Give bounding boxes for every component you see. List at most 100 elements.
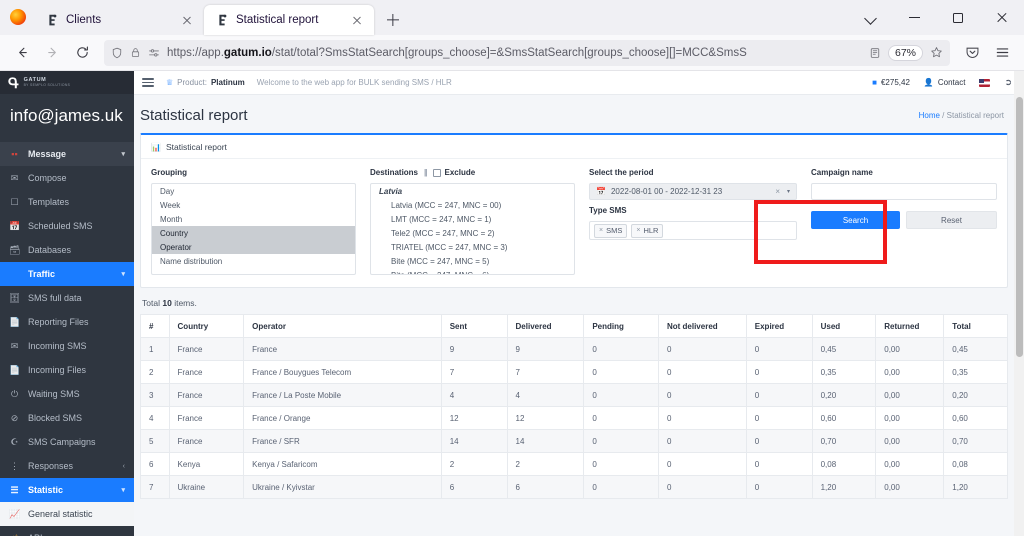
remove-tag-icon[interactable]: × <box>636 227 640 234</box>
sidebar-item-sms-campaigns[interactable]: ☪ SMS Campaigns <box>0 430 134 454</box>
page-scrollbar[interactable] <box>1014 71 1024 536</box>
cell-index: 1 <box>140 337 170 361</box>
sidebar-item-message[interactable]: ▪▪ Message ▾ <box>0 142 134 166</box>
table-row[interactable]: 4 France France / Orange 12 12 0 0 0 0,6… <box>140 406 1008 430</box>
campaign-icon: ☪ <box>10 436 19 447</box>
new-tab-button[interactable] <box>380 7 406 33</box>
destinations-listbox[interactable]: Latvia Latvia (MCC = 247, MNC = 00) LMT … <box>370 183 575 275</box>
table-row[interactable]: 3 France France / La Poste Mobile 4 4 0 … <box>140 383 1008 407</box>
col-index[interactable]: # <box>140 314 170 338</box>
destination-option[interactable]: LMT (MCC = 247, MNC = 1) <box>371 212 574 226</box>
destination-option[interactable]: Bite (MCC = 247, MNC = 6) <box>371 268 574 275</box>
table-row[interactable]: 5 France France / SFR 14 14 0 0 0 0,70 0… <box>140 429 1008 453</box>
close-icon[interactable] <box>349 12 365 28</box>
app-menu-button[interactable] <box>988 39 1016 67</box>
bookmark-star-icon[interactable] <box>930 46 943 59</box>
address-bar[interactable]: https://app.gatum.io/stat/total?SmsStatS… <box>104 39 950 66</box>
sidebar-item-waiting-sms[interactable]: ⏻ Waiting SMS <box>0 382 134 406</box>
reader-mode-icon[interactable] <box>869 47 881 59</box>
sidebar-item-incoming-sms[interactable]: ✉ Incoming SMS <box>0 334 134 358</box>
destinations-section: Destinations || Exclude Latvia Latvia (M… <box>370 168 575 275</box>
col-operator[interactable]: Operator <box>243 314 442 338</box>
brand-logo[interactable]: Գ GATUM BY SEMPLO SOLUTIONS <box>0 71 134 94</box>
sidebar-item-api[interactable]: </> API ‹ <box>0 526 134 536</box>
chevron-down-icon[interactable]: ▾ <box>787 188 790 195</box>
search-button[interactable]: Search <box>811 211 900 229</box>
list-all-tabs-button[interactable] <box>848 0 892 35</box>
destination-option[interactable]: Latvia (MCC = 247, MNC = 00) <box>371 198 574 212</box>
exclude-checkbox[interactable] <box>432 168 441 177</box>
scrollbar-thumb[interactable] <box>1016 97 1023 357</box>
col-used[interactable]: Used <box>811 314 877 338</box>
zoom-level-indicator[interactable]: 67% <box>887 44 923 61</box>
cell-delivered: 12 <box>506 406 585 430</box>
reload-button[interactable] <box>68 39 96 67</box>
destination-option[interactable]: Bite (MCC = 247, MNC = 5) <box>371 254 574 268</box>
destination-option[interactable]: TRIATEL (MCC = 247, MNC = 3) <box>371 240 574 254</box>
grouping-option[interactable]: Day <box>152 184 355 198</box>
reset-button[interactable]: Reset <box>906 211 997 229</box>
forward-button[interactable] <box>38 39 66 67</box>
type-sms-input[interactable]: × SMS × HLR <box>589 221 797 240</box>
col-total[interactable]: Total <box>943 314 1008 338</box>
sidebar-item-sms-full-data[interactable]: 🗄 SMS full data <box>0 286 134 310</box>
grouping-option[interactable]: Month <box>152 212 355 226</box>
col-delivered[interactable]: Delivered <box>506 314 585 338</box>
back-button[interactable] <box>8 39 36 67</box>
grouping-option-selected[interactable]: Country <box>152 226 355 240</box>
exclude-checkbox-wrap[interactable]: Exclude <box>432 168 475 177</box>
table-row[interactable]: 2 France France / Bouygues Telecom 7 7 0… <box>140 360 1008 384</box>
chevron-down-icon <box>865 12 876 23</box>
type-sms-tag[interactable]: × HLR <box>631 223 664 238</box>
welcome-text: Welcome to the web app for BULK sending … <box>256 78 452 87</box>
sidebar-item-compose[interactable]: ✉ Compose <box>0 166 134 190</box>
col-expired[interactable]: Expired <box>745 314 813 338</box>
sidebar-item-statistic[interactable]: ☰ Statistic ▾ <box>0 478 134 502</box>
grouping-listbox[interactable]: Day Week Month Country Operator Name dis… <box>151 183 356 275</box>
destination-option[interactable]: Tele2 (MCC = 247, MNC = 2) <box>371 226 574 240</box>
save-to-pocket-button[interactable] <box>958 39 986 67</box>
col-sent[interactable]: Sent <box>440 314 508 338</box>
close-icon[interactable] <box>179 12 195 28</box>
type-sms-tag[interactable]: × SMS <box>594 223 628 238</box>
table-row[interactable]: 7 Ukraine Ukraine / Kyivstar 6 6 0 0 0 1… <box>140 475 1008 499</box>
balance-indicator[interactable]: ■ €275,42 <box>872 78 910 87</box>
col-not-delivered[interactable]: Not delivered <box>657 314 747 338</box>
sidebar-item-general-statistic[interactable]: 📈 General statistic <box>0 502 134 526</box>
col-pending[interactable]: Pending <box>583 314 659 338</box>
period-input[interactable]: 📅 2022-08-01 00 - 2022-12-31 23 × ▾ <box>589 183 797 200</box>
campaign-name-input[interactable] <box>811 183 997 200</box>
maximize-button[interactable] <box>936 0 980 35</box>
grouping-option[interactable]: Week <box>152 198 355 212</box>
sidebar-item-templates[interactable]: ☐ Templates <box>0 190 134 214</box>
sidebar-item-responses[interactable]: ⋮ Responses ‹ <box>0 454 134 478</box>
sidebar-item-incoming-files[interactable]: 📄 Incoming Files <box>0 358 134 382</box>
sidebar-item-blocked-sms[interactable]: ⊘ Blocked SMS <box>0 406 134 430</box>
col-returned[interactable]: Returned <box>875 314 945 338</box>
grouping-option[interactable]: Name distribution <box>152 254 355 268</box>
sidebar-item-databases[interactable]: 🗃 Databases <box>0 238 134 262</box>
remove-tag-icon[interactable]: × <box>599 227 603 234</box>
us-flag-icon[interactable] <box>979 78 991 87</box>
browser-tab-statistical-report[interactable]: Statistical report <box>204 5 374 35</box>
logout-icon[interactable]: ➲ <box>1004 77 1012 88</box>
contact-link[interactable]: 👤 Contact <box>924 78 966 87</box>
sidebar-toggle-button[interactable] <box>142 78 154 87</box>
close-window-button[interactable] <box>980 0 1024 35</box>
col-country[interactable]: Country <box>168 314 245 338</box>
sidebar-item-scheduled-sms[interactable]: 📅 Scheduled SMS <box>0 214 134 238</box>
breadcrumb-home[interactable]: Home <box>919 111 940 120</box>
browser-tab-clients[interactable]: Clients <box>34 5 204 35</box>
cell-total: 0,70 <box>943 429 1008 453</box>
total-count: 10 <box>162 298 172 308</box>
table-row[interactable]: 6 Kenya Kenya / Safaricom 2 2 0 0 0 0,08… <box>140 452 1008 476</box>
destinations-group-label: Latvia <box>379 186 403 196</box>
sidebar-item-reporting-files[interactable]: 📄 Reporting Files <box>0 310 134 334</box>
clear-icon[interactable]: × <box>775 187 780 196</box>
cell-sent: 14 <box>440 429 508 453</box>
cell-country: France <box>168 429 245 453</box>
grouping-option-selected[interactable]: Operator <box>152 240 355 254</box>
table-row[interactable]: 1 France France 9 9 0 0 0 0,45 0,00 0,45 <box>140 337 1008 361</box>
sidebar-item-traffic[interactable]: Traffic ▾ <box>0 262 134 286</box>
minimize-button[interactable] <box>892 0 936 35</box>
